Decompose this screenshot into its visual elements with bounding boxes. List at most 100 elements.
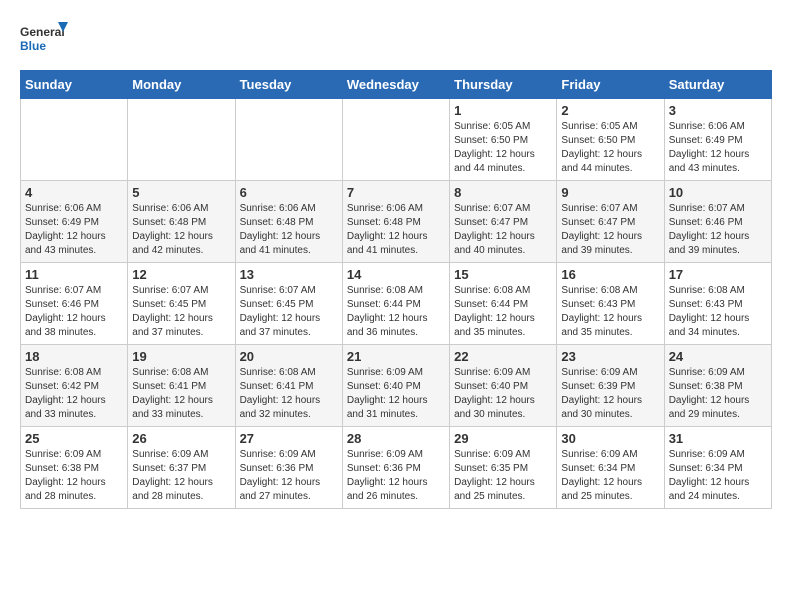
- day-info: Sunrise: 6:07 AMSunset: 6:46 PMDaylight:…: [669, 202, 767, 258]
- calendar-cell: 20Sunrise: 6:08 AMSunset: 6:41 PMDayligh…: [235, 345, 342, 427]
- calendar-cell: 8 Sunrise: 6:07 AMSunset: 6:47 PMDaylight…: [450, 181, 557, 263]
- calendar-cell: [128, 99, 235, 181]
- calendar-cell: 6 Sunrise: 6:06 AMSunset: 6:48 PMDaylight…: [235, 181, 342, 263]
- logo-icon: GeneralBlue: [20, 20, 70, 60]
- day-info: Sunrise: 6:09 AMSunset: 6:38 PMDaylight:…: [669, 366, 767, 422]
- day-number: 8: [454, 185, 552, 200]
- day-info: Sunrise: 6:09 AMSunset: 6:37 PMDaylight:…: [132, 448, 230, 504]
- day-info: Sunrise: 6:08 AMSunset: 6:43 PMDaylight:…: [561, 284, 659, 340]
- day-number: 29: [454, 431, 552, 446]
- day-info: Sunrise: 6:08 AMSunset: 6:42 PMDaylight:…: [25, 366, 123, 422]
- day-number: 7: [347, 185, 445, 200]
- calendar-cell: 31 Sunrise: 6:09 AMSunset: 6:34 PMDayligh…: [664, 427, 771, 509]
- day-number: 11: [25, 267, 123, 282]
- day-number: 28: [347, 431, 445, 446]
- day-info: Sunrise: 6:07 AMSunset: 6:47 PMDaylight:…: [454, 202, 552, 258]
- day-number: 19: [132, 349, 230, 364]
- day-number: 13: [240, 267, 338, 282]
- day-number: 16: [561, 267, 659, 282]
- logo: GeneralBlue: [20, 20, 70, 60]
- day-info: Sunrise: 6:08 AMSunset: 6:43 PMDaylight:…: [669, 284, 767, 340]
- day-number: 6: [240, 185, 338, 200]
- calendar-cell: 2 Sunrise: 6:05 AMSunset: 6:50 PMDaylight…: [557, 99, 664, 181]
- day-info: Sunrise: 6:09 AMSunset: 6:35 PMDaylight:…: [454, 448, 552, 504]
- calendar-cell: 12Sunrise: 6:07 AMSunset: 6:45 PMDayligh…: [128, 263, 235, 345]
- day-info: Sunrise: 6:09 AMSunset: 6:40 PMDaylight:…: [454, 366, 552, 422]
- calendar-week-3: 11Sunrise: 6:07 AMSunset: 6:46 PMDayligh…: [21, 263, 772, 345]
- calendar-cell: 14Sunrise: 6:08 AMSunset: 6:44 PMDayligh…: [342, 263, 449, 345]
- day-number: 4: [25, 185, 123, 200]
- calendar-cell: 13 Sunrise: 6:07 AMSunset: 6:45 PMDayligh…: [235, 263, 342, 345]
- calendar-cell: 21 Sunrise: 6:09 AMSunset: 6:40 PMDayligh…: [342, 345, 449, 427]
- day-number: 23: [561, 349, 659, 364]
- day-header-wednesday: Wednesday: [342, 71, 449, 99]
- day-info: Sunrise: 6:07 AMSunset: 6:45 PMDaylight:…: [132, 284, 230, 340]
- calendar-week-1: 1 Sunrise: 6:05 AMSunset: 6:50 PMDaylight…: [21, 99, 772, 181]
- calendar-week-4: 18 Sunrise: 6:08 AMSunset: 6:42 PMDayligh…: [21, 345, 772, 427]
- svg-text:General: General: [20, 25, 65, 39]
- day-info: Sunrise: 6:05 AMSunset: 6:50 PMDaylight:…: [454, 120, 552, 176]
- day-info: Sunrise: 6:09 AMSunset: 6:38 PMDaylight:…: [25, 448, 123, 504]
- day-number: 10: [669, 185, 767, 200]
- calendar-cell: 25 Sunrise: 6:09 AMSunset: 6:38 PMDayligh…: [21, 427, 128, 509]
- day-info: Sunrise: 6:05 AMSunset: 6:50 PMDaylight:…: [561, 120, 659, 176]
- calendar-header-row: SundayMondayTuesdayWednesdayThursdayFrid…: [21, 71, 772, 99]
- calendar-cell: 4 Sunrise: 6:06 AMSunset: 6:49 PMDaylight…: [21, 181, 128, 263]
- calendar-cell: 17 Sunrise: 6:08 AMSunset: 6:43 PMDayligh…: [664, 263, 771, 345]
- day-number: 9: [561, 185, 659, 200]
- day-info: Sunrise: 6:08 AMSunset: 6:41 PMDaylight:…: [132, 366, 230, 422]
- day-header-saturday: Saturday: [664, 71, 771, 99]
- calendar-cell: [235, 99, 342, 181]
- day-header-sunday: Sunday: [21, 71, 128, 99]
- day-info: Sunrise: 6:09 AMSunset: 6:36 PMDaylight:…: [347, 448, 445, 504]
- calendar-cell: 16 Sunrise: 6:08 AMSunset: 6:43 PMDayligh…: [557, 263, 664, 345]
- day-info: Sunrise: 6:06 AMSunset: 6:49 PMDaylight:…: [25, 202, 123, 258]
- calendar-cell: 9 Sunrise: 6:07 AMSunset: 6:47 PMDaylight…: [557, 181, 664, 263]
- calendar-cell: 7 Sunrise: 6:06 AMSunset: 6:48 PMDaylight…: [342, 181, 449, 263]
- day-info: Sunrise: 6:09 AMSunset: 6:40 PMDaylight:…: [347, 366, 445, 422]
- calendar-cell: 19 Sunrise: 6:08 AMSunset: 6:41 PMDayligh…: [128, 345, 235, 427]
- calendar-cell: 5 Sunrise: 6:06 AMSunset: 6:48 PMDaylight…: [128, 181, 235, 263]
- svg-text:Blue: Blue: [20, 39, 46, 53]
- day-number: 24: [669, 349, 767, 364]
- day-info: Sunrise: 6:09 AMSunset: 6:36 PMDaylight:…: [240, 448, 338, 504]
- calendar-cell: 30Sunrise: 6:09 AMSunset: 6:34 PMDayligh…: [557, 427, 664, 509]
- calendar-cell: [21, 99, 128, 181]
- day-number: 1: [454, 103, 552, 118]
- day-info: Sunrise: 6:06 AMSunset: 6:48 PMDaylight:…: [132, 202, 230, 258]
- day-info: Sunrise: 6:08 AMSunset: 6:44 PMDaylight:…: [347, 284, 445, 340]
- calendar-week-5: 25 Sunrise: 6:09 AMSunset: 6:38 PMDayligh…: [21, 427, 772, 509]
- day-number: 30: [561, 431, 659, 446]
- day-info: Sunrise: 6:09 AMSunset: 6:39 PMDaylight:…: [561, 366, 659, 422]
- day-info: Sunrise: 6:08 AMSunset: 6:44 PMDaylight:…: [454, 284, 552, 340]
- calendar-cell: 15 Sunrise: 6:08 AMSunset: 6:44 PMDayligh…: [450, 263, 557, 345]
- day-info: Sunrise: 6:06 AMSunset: 6:48 PMDaylight:…: [347, 202, 445, 258]
- calendar-cell: 3Sunrise: 6:06 AMSunset: 6:49 PMDaylight…: [664, 99, 771, 181]
- calendar-week-2: 4 Sunrise: 6:06 AMSunset: 6:49 PMDaylight…: [21, 181, 772, 263]
- day-number: 21: [347, 349, 445, 364]
- day-number: 25: [25, 431, 123, 446]
- day-info: Sunrise: 6:08 AMSunset: 6:41 PMDaylight:…: [240, 366, 338, 422]
- day-number: 31: [669, 431, 767, 446]
- day-info: Sunrise: 6:06 AMSunset: 6:49 PMDaylight:…: [669, 120, 767, 176]
- day-number: 26: [132, 431, 230, 446]
- calendar-cell: 27Sunrise: 6:09 AMSunset: 6:36 PMDayligh…: [235, 427, 342, 509]
- calendar-cell: 28 Sunrise: 6:09 AMSunset: 6:36 PMDayligh…: [342, 427, 449, 509]
- calendar-cell: 18 Sunrise: 6:08 AMSunset: 6:42 PMDayligh…: [21, 345, 128, 427]
- day-number: 15: [454, 267, 552, 282]
- day-number: 17: [669, 267, 767, 282]
- day-info: Sunrise: 6:07 AMSunset: 6:47 PMDaylight:…: [561, 202, 659, 258]
- day-info: Sunrise: 6:07 AMSunset: 6:45 PMDaylight:…: [240, 284, 338, 340]
- day-number: 5: [132, 185, 230, 200]
- calendar-cell: [342, 99, 449, 181]
- calendar-cell: 11Sunrise: 6:07 AMSunset: 6:46 PMDayligh…: [21, 263, 128, 345]
- calendar-cell: 1 Sunrise: 6:05 AMSunset: 6:50 PMDaylight…: [450, 99, 557, 181]
- day-header-monday: Monday: [128, 71, 235, 99]
- day-number: 2: [561, 103, 659, 118]
- day-number: 18: [25, 349, 123, 364]
- calendar-cell: 10 Sunrise: 6:07 AMSunset: 6:46 PMDayligh…: [664, 181, 771, 263]
- day-info: Sunrise: 6:06 AMSunset: 6:48 PMDaylight:…: [240, 202, 338, 258]
- calendar-cell: 23 Sunrise: 6:09 AMSunset: 6:39 PMDayligh…: [557, 345, 664, 427]
- day-number: 22: [454, 349, 552, 364]
- day-info: Sunrise: 6:09 AMSunset: 6:34 PMDaylight:…: [669, 448, 767, 504]
